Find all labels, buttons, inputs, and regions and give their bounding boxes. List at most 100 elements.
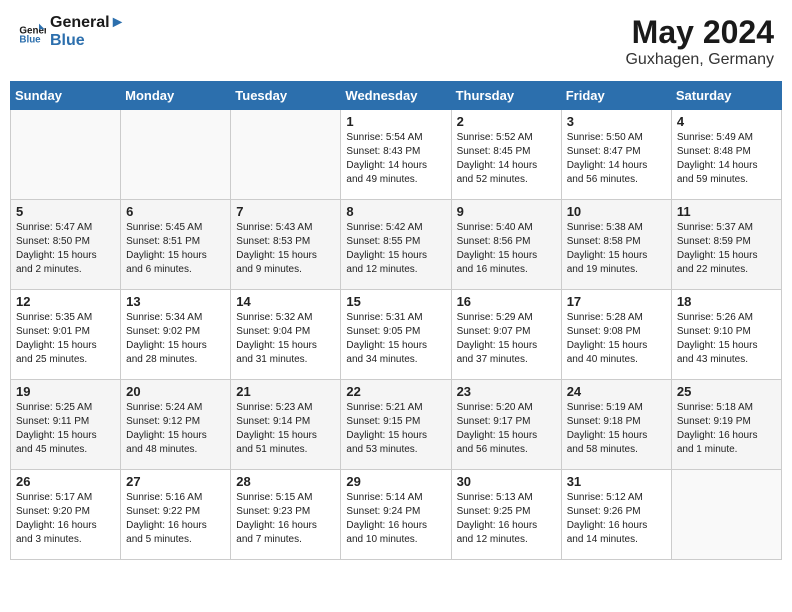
- calendar-week-row: 5Sunrise: 5:47 AMSunset: 8:50 PMDaylight…: [11, 200, 782, 290]
- day-number: 12: [16, 294, 115, 309]
- day-info: Sunrise: 5:54 AMSunset: 8:43 PMDaylight:…: [346, 131, 445, 187]
- day-number: 3: [567, 114, 666, 129]
- logo: General Blue General► Blue: [18, 14, 125, 50]
- calendar-table: SundayMondayTuesdayWednesdayThursdayFrid…: [10, 81, 782, 560]
- day-info: Sunrise: 5:38 AMSunset: 8:58 PMDaylight:…: [567, 221, 666, 277]
- day-info: Sunrise: 5:25 AMSunset: 9:11 PMDaylight:…: [16, 401, 115, 457]
- calendar-cell: 24 Sunrise: 5:19 AMSunset: 9:18 PMDayligh…: [561, 380, 671, 470]
- logo-icon: General Blue: [18, 18, 46, 46]
- day-info: Sunrise: 5:52 AMSunset: 8:45 PMDaylight:…: [457, 131, 556, 187]
- calendar-cell: 17Sunrise: 5:28 AMSunset: 9:08 PMDayligh…: [561, 290, 671, 380]
- day-info: Sunrise: 5:29 AMSunset: 9:07 PMDaylight:…: [457, 311, 556, 367]
- location-title: Guxhagen, Germany: [625, 51, 774, 69]
- weekday-header: Wednesday: [341, 82, 451, 110]
- day-number: 31: [567, 474, 666, 489]
- day-info: Sunrise: 5:42 AMSunset: 8:55 PMDaylight:…: [346, 221, 445, 277]
- calendar-cell: 6 Sunrise: 5:45 AMSunset: 8:51 PMDaylight…: [121, 200, 231, 290]
- day-info: Sunrise: 5:20 AMSunset: 9:17 PMDaylight:…: [457, 401, 556, 457]
- day-number: 28: [236, 474, 335, 489]
- page-header: General Blue General► Blue May 2024 Guxh…: [10, 10, 782, 73]
- calendar-cell: 23 Sunrise: 5:20 AMSunset: 9:17 PMDayligh…: [451, 380, 561, 470]
- day-number: 21: [236, 384, 335, 399]
- day-info: Sunrise: 5:19 AMSunset: 9:18 PMDaylight:…: [567, 401, 666, 457]
- day-info: Sunrise: 5:18 AMSunset: 9:19 PMDaylight:…: [677, 401, 776, 457]
- day-number: 30: [457, 474, 556, 489]
- calendar-cell: [231, 110, 341, 200]
- day-number: 15: [346, 294, 445, 309]
- day-info: Sunrise: 5:47 AMSunset: 8:50 PMDaylight:…: [16, 221, 115, 277]
- day-info: Sunrise: 5:13 AMSunset: 9:25 PMDaylight:…: [457, 491, 556, 547]
- day-number: 24: [567, 384, 666, 399]
- day-number: 29: [346, 474, 445, 489]
- day-info: Sunrise: 5:32 AMSunset: 9:04 PMDaylight:…: [236, 311, 335, 367]
- calendar-cell: 5Sunrise: 5:47 AMSunset: 8:50 PMDaylight…: [11, 200, 121, 290]
- calendar-week-row: 12Sunrise: 5:35 AMSunset: 9:01 PMDayligh…: [11, 290, 782, 380]
- calendar-cell: [11, 110, 121, 200]
- day-number: 6: [126, 204, 225, 219]
- calendar-cell: [671, 470, 781, 560]
- day-number: 22: [346, 384, 445, 399]
- weekday-header: Sunday: [11, 82, 121, 110]
- calendar-cell: 29 Sunrise: 5:14 AMSunset: 9:24 PMDayligh…: [341, 470, 451, 560]
- day-info: Sunrise: 5:34 AMSunset: 9:02 PMDaylight:…: [126, 311, 225, 367]
- calendar-week-row: 19 Sunrise: 5:25 AMSunset: 9:11 PMDayligh…: [11, 380, 782, 470]
- calendar-cell: 4 Sunrise: 5:49 AMSunset: 8:48 PMDaylight…: [671, 110, 781, 200]
- day-number: 17: [567, 294, 666, 309]
- title-block: May 2024 Guxhagen, Germany: [625, 14, 774, 69]
- calendar-cell: 27 Sunrise: 5:16 AMSunset: 9:22 PMDayligh…: [121, 470, 231, 560]
- day-info: Sunrise: 5:40 AMSunset: 8:56 PMDaylight:…: [457, 221, 556, 277]
- day-number: 27: [126, 474, 225, 489]
- day-info: Sunrise: 5:14 AMSunset: 9:24 PMDaylight:…: [346, 491, 445, 547]
- calendar-cell: 13Sunrise: 5:34 AMSunset: 9:02 PMDayligh…: [121, 290, 231, 380]
- day-number: 4: [677, 114, 776, 129]
- calendar-cell: 31 Sunrise: 5:12 AMSunset: 9:26 PMDayligh…: [561, 470, 671, 560]
- calendar-cell: 15 Sunrise: 5:31 AMSunset: 9:05 PMDayligh…: [341, 290, 451, 380]
- day-info: Sunrise: 5:49 AMSunset: 8:48 PMDaylight:…: [677, 131, 776, 187]
- calendar-cell: 26Sunrise: 5:17 AMSunset: 9:20 PMDayligh…: [11, 470, 121, 560]
- month-title: May 2024: [625, 14, 774, 51]
- calendar-cell: 30 Sunrise: 5:13 AMSunset: 9:25 PMDayligh…: [451, 470, 561, 560]
- calendar-cell: 21 Sunrise: 5:23 AMSunset: 9:14 PMDayligh…: [231, 380, 341, 470]
- calendar-cell: 22 Sunrise: 5:21 AMSunset: 9:15 PMDayligh…: [341, 380, 451, 470]
- day-info: Sunrise: 5:45 AMSunset: 8:51 PMDaylight:…: [126, 221, 225, 277]
- calendar-cell: 11Sunrise: 5:37 AMSunset: 8:59 PMDayligh…: [671, 200, 781, 290]
- calendar-cell: 10 Sunrise: 5:38 AMSunset: 8:58 PMDayligh…: [561, 200, 671, 290]
- calendar-cell: 16 Sunrise: 5:29 AMSunset: 9:07 PMDayligh…: [451, 290, 561, 380]
- day-number: 8: [346, 204, 445, 219]
- day-number: 23: [457, 384, 556, 399]
- day-info: Sunrise: 5:12 AMSunset: 9:26 PMDaylight:…: [567, 491, 666, 547]
- day-number: 19: [16, 384, 115, 399]
- day-info: Sunrise: 5:16 AMSunset: 9:22 PMDaylight:…: [126, 491, 225, 547]
- day-number: 16: [457, 294, 556, 309]
- calendar-cell: 18Sunrise: 5:26 AMSunset: 9:10 PMDayligh…: [671, 290, 781, 380]
- calendar-cell: 25 Sunrise: 5:18 AMSunset: 9:19 PMDayligh…: [671, 380, 781, 470]
- day-info: Sunrise: 5:26 AMSunset: 9:10 PMDaylight:…: [677, 311, 776, 367]
- calendar-cell: [121, 110, 231, 200]
- day-info: Sunrise: 5:23 AMSunset: 9:14 PMDaylight:…: [236, 401, 335, 457]
- day-number: 25: [677, 384, 776, 399]
- day-info: Sunrise: 5:21 AMSunset: 9:15 PMDaylight:…: [346, 401, 445, 457]
- day-number: 7: [236, 204, 335, 219]
- day-number: 10: [567, 204, 666, 219]
- weekday-header: Saturday: [671, 82, 781, 110]
- day-number: 2: [457, 114, 556, 129]
- day-info: Sunrise: 5:31 AMSunset: 9:05 PMDaylight:…: [346, 311, 445, 367]
- calendar-cell: 19 Sunrise: 5:25 AMSunset: 9:11 PMDayligh…: [11, 380, 121, 470]
- day-info: Sunrise: 5:50 AMSunset: 8:47 PMDaylight:…: [567, 131, 666, 187]
- calendar-cell: 28Sunrise: 5:15 AMSunset: 9:23 PMDayligh…: [231, 470, 341, 560]
- weekday-header: Monday: [121, 82, 231, 110]
- day-number: 14: [236, 294, 335, 309]
- day-number: 1: [346, 114, 445, 129]
- day-number: 20: [126, 384, 225, 399]
- weekday-header: Thursday: [451, 82, 561, 110]
- calendar-cell: 8 Sunrise: 5:42 AMSunset: 8:55 PMDaylight…: [341, 200, 451, 290]
- day-info: Sunrise: 5:24 AMSunset: 9:12 PMDaylight:…: [126, 401, 225, 457]
- calendar-cell: 3 Sunrise: 5:50 AMSunset: 8:47 PMDaylight…: [561, 110, 671, 200]
- calendar-cell: 1 Sunrise: 5:54 AMSunset: 8:43 PMDaylight…: [341, 110, 451, 200]
- calendar-cell: 14 Sunrise: 5:32 AMSunset: 9:04 PMDayligh…: [231, 290, 341, 380]
- logo-line2: Blue: [50, 32, 125, 50]
- day-info: Sunrise: 5:17 AMSunset: 9:20 PMDaylight:…: [16, 491, 115, 547]
- logo-line1: General►: [50, 14, 125, 32]
- day-info: Sunrise: 5:43 AMSunset: 8:53 PMDaylight:…: [236, 221, 335, 277]
- day-number: 9: [457, 204, 556, 219]
